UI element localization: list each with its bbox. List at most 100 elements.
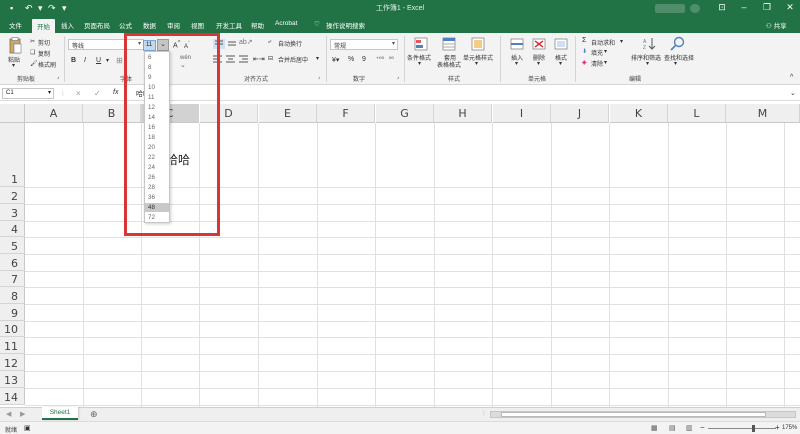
select-all-corner[interactable] bbox=[0, 104, 25, 123]
cut-button[interactable]: 剪切 bbox=[38, 38, 50, 47]
zoom-out-button[interactable]: − bbox=[700, 423, 705, 432]
page-layout-view-icon[interactable]: ▤ bbox=[669, 424, 676, 432]
clipboard-launcher-icon[interactable]: ⌟ bbox=[57, 74, 59, 80]
zoom-in-button[interactable]: + bbox=[775, 423, 780, 432]
expand-formula-bar-icon[interactable]: ⌄ bbox=[790, 89, 796, 97]
tab-file[interactable]: 文件 bbox=[9, 20, 22, 30]
row-header-11[interactable]: 11 bbox=[0, 337, 25, 354]
column-header-e[interactable]: E bbox=[259, 104, 317, 123]
tab-insert[interactable]: 插入 bbox=[61, 20, 74, 30]
italic-button[interactable]: I bbox=[84, 57, 86, 64]
currency-icon[interactable]: ¥▾ bbox=[332, 56, 339, 64]
sort-dropdown-icon[interactable]: ▾ bbox=[646, 60, 649, 67]
tab-data[interactable]: 数据 bbox=[143, 20, 156, 30]
macro-record-icon[interactable]: ▣ bbox=[24, 424, 31, 432]
add-sheet-icon[interactable]: ⊕ bbox=[90, 409, 98, 420]
column-header-l[interactable]: L bbox=[668, 104, 726, 123]
percent-button[interactable]: % bbox=[348, 56, 354, 63]
tab-formulas[interactable]: 公式 bbox=[119, 20, 132, 30]
fill-button[interactable]: 填充 bbox=[591, 48, 603, 57]
insert-cells-icon[interactable] bbox=[510, 37, 524, 51]
insert-function-button[interactable]: fx bbox=[113, 89, 118, 96]
center-align-icon[interactable] bbox=[226, 55, 236, 64]
right-align-icon[interactable] bbox=[239, 55, 249, 64]
horizontal-scrollbar[interactable] bbox=[490, 411, 796, 418]
avatar[interactable] bbox=[690, 4, 700, 13]
copy-button[interactable]: 复制 bbox=[38, 49, 50, 58]
prev-sheet-icon[interactable]: ◀ bbox=[6, 410, 11, 418]
column-header-a[interactable]: A bbox=[25, 104, 83, 123]
tab-view[interactable]: 视图 bbox=[191, 20, 204, 30]
close-button[interactable]: ✕ bbox=[783, 2, 797, 13]
paste-dropdown-icon[interactable]: ▾ bbox=[12, 62, 15, 69]
sheet-tab-sheet1[interactable]: Sheet1 bbox=[42, 407, 78, 420]
row-header-7[interactable]: 7 bbox=[0, 271, 25, 287]
cell-styles-icon[interactable] bbox=[471, 37, 485, 51]
chevron-down-icon[interactable]: ▾ bbox=[48, 89, 51, 96]
tab-page-layout[interactable]: 页面布局 bbox=[84, 20, 110, 30]
format-as-table-label-2[interactable]: 表格格式 bbox=[437, 60, 461, 69]
find-dropdown-icon[interactable]: ▾ bbox=[674, 60, 677, 67]
fill-dropdown-icon[interactable]: ▾ bbox=[604, 48, 607, 55]
restore-button[interactable]: ❐ bbox=[760, 2, 774, 13]
column-header-j[interactable]: J bbox=[551, 104, 609, 123]
conditional-format-icon[interactable] bbox=[414, 37, 428, 51]
column-header-f[interactable]: F bbox=[317, 104, 375, 123]
insert-dropdown-icon[interactable]: ▾ bbox=[515, 60, 518, 67]
format-cells-icon[interactable] bbox=[554, 37, 568, 51]
decrease-decimal-icon[interactable]: ⁰⁰ bbox=[389, 56, 394, 63]
find-select-button[interactable]: 查找和选择 bbox=[664, 53, 694, 62]
indent-icon[interactable]: ⇤⇥ bbox=[253, 55, 265, 63]
number-format-combo[interactable]: 常规 ▾ bbox=[330, 39, 398, 50]
row-header-4[interactable]: 4 bbox=[0, 221, 25, 237]
underline-dropdown-icon[interactable]: ▾ bbox=[106, 57, 109, 64]
cancel-formula-button[interactable]: × bbox=[76, 89, 81, 98]
row-header-8[interactable]: 8 bbox=[0, 287, 25, 304]
next-sheet-icon[interactable]: ▶ bbox=[20, 410, 25, 418]
tell-me-search[interactable]: 操作说明搜索 bbox=[326, 20, 365, 30]
clear-button[interactable]: 清除 bbox=[591, 59, 603, 68]
format-as-table-icon[interactable] bbox=[442, 37, 456, 51]
middle-align-icon[interactable] bbox=[227, 39, 237, 49]
minimize-button[interactable]: – bbox=[737, 2, 751, 12]
bold-button[interactable]: B bbox=[71, 57, 76, 64]
formula-bar-handle-icon[interactable]: ⋮ bbox=[60, 90, 66, 97]
column-header-i[interactable]: I bbox=[493, 104, 551, 123]
column-header-h[interactable]: H bbox=[434, 104, 492, 123]
tab-help[interactable]: 帮助 bbox=[251, 20, 264, 30]
conditional-dropdown-icon[interactable]: ▾ bbox=[418, 60, 421, 67]
page-break-view-icon[interactable]: ▥ bbox=[686, 424, 693, 432]
column-header-m[interactable]: M bbox=[726, 104, 800, 123]
row-header-1[interactable]: 1 bbox=[0, 123, 25, 187]
tab-developer[interactable]: 开发工具 bbox=[216, 20, 242, 30]
format-dropdown-icon[interactable]: ▾ bbox=[559, 60, 562, 67]
collapse-ribbon-icon[interactable]: ^ bbox=[790, 74, 793, 81]
row-header-12[interactable]: 12 bbox=[0, 354, 25, 371]
row-header-2[interactable]: 2 bbox=[0, 187, 25, 204]
column-header-k[interactable]: K bbox=[610, 104, 668, 123]
wrap-text-button[interactable]: 自动换行 bbox=[278, 39, 302, 48]
row-header-5[interactable]: 5 bbox=[0, 237, 25, 254]
normal-view-icon[interactable]: ▦ bbox=[651, 424, 658, 432]
delete-cells-icon[interactable] bbox=[532, 37, 546, 51]
comma-button[interactable]: 9 bbox=[362, 56, 366, 63]
scrollbar-thumb[interactable] bbox=[501, 412, 766, 417]
tab-review[interactable]: 审阅 bbox=[167, 20, 180, 30]
number-launcher-icon[interactable]: ⌟ bbox=[397, 74, 399, 80]
zoom-level[interactable]: 175% bbox=[782, 425, 797, 431]
tab-split-handle-icon[interactable]: ⋮ bbox=[481, 410, 487, 417]
row-header-6[interactable]: 6 bbox=[0, 254, 25, 271]
column-header-g[interactable]: G bbox=[376, 104, 434, 123]
orientation-icon[interactable]: ab↗ bbox=[239, 38, 253, 46]
zoom-slider-thumb[interactable] bbox=[752, 425, 755, 432]
autosum-dropdown-icon[interactable]: ▾ bbox=[620, 38, 623, 45]
row-header-9[interactable]: 9 bbox=[0, 304, 25, 321]
row-header-14[interactable]: 14 bbox=[0, 388, 25, 405]
ribbon-display-icon[interactable]: ⊡ bbox=[715, 2, 729, 13]
underline-button[interactable]: U bbox=[96, 57, 101, 64]
border-icon[interactable]: ⊞ bbox=[116, 56, 123, 65]
increase-decimal-icon[interactable]: ⁺⁰⁰ bbox=[376, 56, 384, 63]
share-button[interactable]: ⚇ 共享 bbox=[766, 20, 787, 30]
zoom-slider[interactable] bbox=[708, 428, 776, 429]
worksheet-grid[interactable]: ABCDEFGHIJKLM1234567891011121314哈哈 bbox=[0, 104, 800, 408]
